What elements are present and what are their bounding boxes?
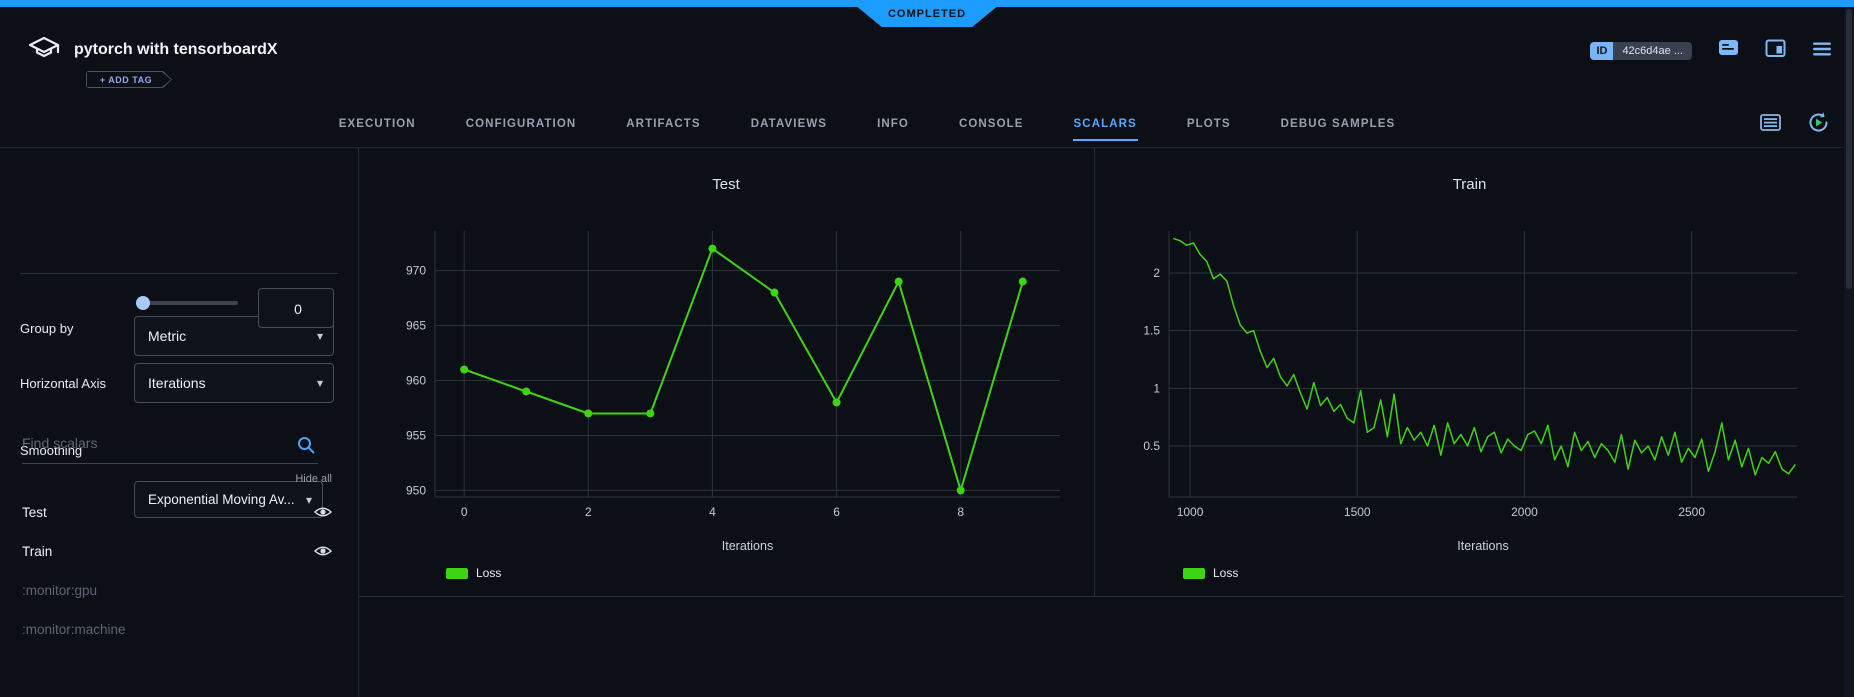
smoothing-slider-knob[interactable]: [136, 296, 150, 310]
legend-label: Loss: [476, 566, 501, 580]
metric-item-monitormachine[interactable]: :monitor:machine: [22, 617, 332, 641]
metric-item-monitorgpu[interactable]: :monitor:gpu: [22, 578, 332, 602]
svg-text:1000: 1000: [1177, 505, 1204, 519]
svg-text:1: 1: [1153, 381, 1160, 395]
add-tag-button[interactable]: + ADD TAG: [86, 71, 172, 88]
metric-label: Test: [22, 505, 314, 520]
svg-text:2000: 2000: [1511, 505, 1538, 519]
page-title: pytorch with tensorboardX: [74, 41, 278, 59]
metrics-table-icon[interactable]: [1760, 114, 1781, 136]
main-content: Group by Metric ▾ Horizontal Axis Iterat…: [0, 147, 1854, 697]
svg-text:955: 955: [406, 428, 426, 442]
smoothing-value-box: [258, 288, 334, 328]
horizontal-axis-value: Iterations: [135, 375, 317, 391]
tab-execution[interactable]: EXECUTION: [338, 114, 417, 134]
scrollbar-thumb[interactable]: [1846, 9, 1852, 289]
svg-text:6: 6: [833, 505, 840, 519]
svg-text:2: 2: [1153, 266, 1160, 280]
svg-text:960: 960: [406, 373, 426, 387]
svg-text:2: 2: [585, 505, 592, 519]
svg-text:8: 8: [957, 505, 964, 519]
smoothing-slider[interactable]: [138, 301, 238, 305]
svg-text:1.5: 1.5: [1143, 324, 1160, 338]
horizontal-axis-dropdown[interactable]: Iterations ▾: [134, 363, 334, 403]
svg-text:965: 965: [406, 319, 426, 333]
tab-artifacts[interactable]: ARTIFACTS: [625, 114, 701, 134]
tab-dataviews[interactable]: DATAVIEWS: [750, 114, 828, 134]
metric-label: Train: [22, 544, 314, 559]
metric-item-train[interactable]: Train: [22, 539, 332, 563]
tab-plots[interactable]: PLOTS: [1186, 114, 1232, 134]
scrollbar[interactable]: [1844, 7, 1854, 697]
svg-text:0: 0: [461, 505, 468, 519]
id-value: 42c6d4ae ...: [1613, 42, 1692, 60]
search-input[interactable]: [22, 431, 288, 455]
legend-label: Loss: [1213, 566, 1238, 580]
x-axis-label: Iterations: [1169, 539, 1797, 553]
visibility-eye-icon[interactable]: [314, 545, 332, 557]
visibility-eye-icon[interactable]: [314, 506, 332, 518]
experiment-id-badge[interactable]: ID 42c6d4ae ...: [1590, 42, 1692, 60]
tab-scalars[interactable]: SCALARS: [1073, 114, 1138, 134]
metric-item-test[interactable]: Test: [22, 500, 332, 524]
chart-panel-train: Train 0.511.521000150020002500 Iteration…: [1094, 148, 1844, 596]
svg-text:0.5: 0.5: [1143, 439, 1160, 453]
experiment-type-icon: [26, 35, 62, 70]
layout-panel-icon[interactable]: [1765, 39, 1786, 63]
test-line-chart[interactable]: 950 955 960 965 970 0 2 4 6 8: [358, 148, 1094, 596]
search-icon[interactable]: [296, 435, 316, 460]
comments-icon[interactable]: [1718, 39, 1739, 63]
add-tag-label: + ADD TAG: [87, 72, 171, 87]
svg-text:970: 970: [406, 264, 426, 278]
group-by-value: Metric: [135, 328, 317, 344]
horizontal-axis-label: Horizontal Axis: [20, 376, 106, 391]
svg-text:950: 950: [406, 483, 426, 497]
train-line-chart[interactable]: 0.5 1 1.5 2 1000 1500 2000 2500: [1095, 148, 1844, 596]
scalars-sidebar: Group by Metric ▾ Horizontal Axis Iterat…: [0, 148, 359, 697]
metric-label: :monitor:machine: [22, 622, 332, 637]
svg-text:1500: 1500: [1344, 505, 1371, 519]
svg-text:4: 4: [709, 505, 716, 519]
tab-console[interactable]: CONSOLE: [958, 114, 1025, 134]
smoothing-value-input[interactable]: [259, 289, 337, 329]
group-by-label: Group by: [20, 321, 73, 336]
search-field: [22, 431, 318, 464]
charts-area: Test 95095596096597002468 Iterations Los…: [358, 148, 1844, 597]
svg-text:2500: 2500: [1678, 505, 1705, 519]
id-label: ID: [1590, 42, 1613, 60]
chevron-down-icon: ▾: [317, 376, 333, 390]
chart-panel-test: Test 95095596096597002468 Iterations Los…: [358, 148, 1094, 596]
metric-label: :monitor:gpu: [22, 583, 332, 598]
tab-configuration[interactable]: CONFIGURATION: [465, 114, 578, 134]
tab-debug-samples[interactable]: DEBUG SAMPLES: [1280, 114, 1397, 134]
legend-item-loss[interactable]: Loss: [1183, 566, 1238, 580]
tab-bar: EXECUTION CONFIGURATION ARTIFACTS DATAVIEWS…: [0, 100, 1854, 147]
experiment-page: COMPLETED pytorch with tensorboardX + AD…: [0, 0, 1854, 697]
chevron-down-icon: ▾: [317, 329, 333, 343]
hide-all-button[interactable]: Hide all: [295, 473, 332, 485]
legend-item-loss[interactable]: Loss: [446, 566, 501, 580]
x-axis-label: Iterations: [435, 539, 1060, 553]
auto-refresh-icon[interactable]: [1807, 111, 1830, 139]
divider: [20, 273, 338, 274]
legend-swatch: [446, 568, 468, 579]
legend-swatch: [1183, 568, 1205, 579]
tab-info[interactable]: INFO: [876, 114, 910, 134]
menu-icon[interactable]: [1812, 41, 1832, 62]
